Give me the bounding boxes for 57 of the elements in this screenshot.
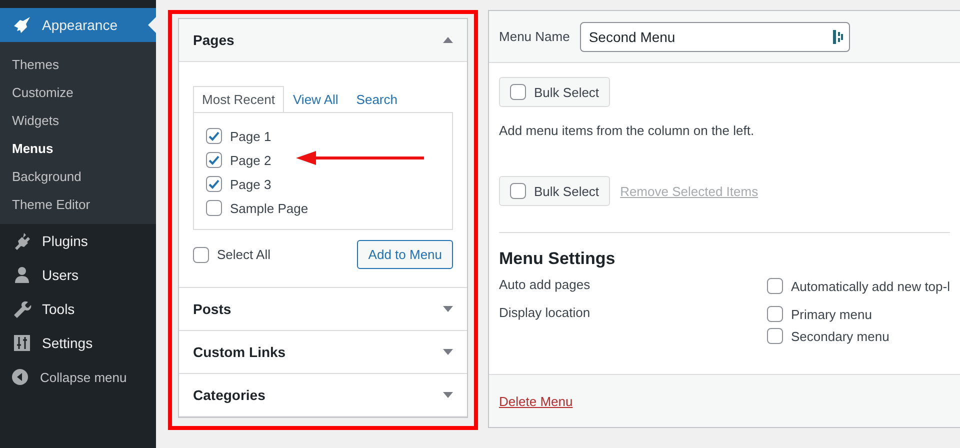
expand-caret-icon[interactable]	[443, 349, 454, 355]
submenu-item[interactable]: Menus	[0, 134, 156, 162]
password-manager-icon	[832, 28, 844, 44]
sidebar-item[interactable]: Tools	[0, 292, 156, 326]
submenu-item[interactable]: Customize	[0, 78, 156, 106]
sidebar-item[interactable]: Settings	[0, 326, 156, 360]
submenu-item[interactable]: Background	[0, 162, 156, 190]
checkbox-label: Secondary menu	[791, 328, 890, 344]
setting-label: Auto add pages	[499, 277, 592, 294]
checkbox[interactable]	[206, 152, 222, 168]
checkbox[interactable]	[193, 246, 210, 262]
checkbox[interactable]	[767, 278, 784, 294]
checkbox-label: Select All	[217, 247, 270, 262]
section-title: Pages	[193, 32, 234, 48]
collapse-icon	[10, 367, 30, 387]
field-label: Menu Name	[499, 29, 570, 44]
checkbox[interactable]	[510, 183, 526, 199]
empty-menu-message: Add menu items from the column on the left.	[499, 123, 756, 138]
sidebar-item[interactable]: Appearance	[0, 8, 156, 42]
checkbox-label: Automatically add new top-l	[791, 278, 950, 294]
checkbox[interactable]	[767, 306, 784, 322]
section-title: Custom Links	[193, 344, 286, 360]
tab[interactable]: Most Recent	[193, 86, 284, 113]
bulk-select-button[interactable]: Bulk Select	[499, 77, 610, 107]
wrench-icon	[12, 299, 32, 319]
paintbrush-icon	[12, 15, 32, 35]
bulk-select-button[interactable]: Bulk Select	[499, 176, 610, 206]
checkbox-label: Sample Page	[230, 200, 308, 216]
checkbox[interactable]	[206, 176, 222, 192]
section-heading: Menu Settings	[499, 249, 616, 269]
submenu-item[interactable]: Themes	[0, 50, 156, 78]
checkbox[interactable]	[206, 200, 222, 216]
menu-name-field[interactable]: Second Menu	[580, 22, 850, 52]
setting-label: Display location	[499, 305, 592, 322]
expand-caret-icon[interactable]	[443, 392, 454, 398]
sidebar-item[interactable]: Plugins	[0, 224, 156, 258]
section-title: Categories	[193, 387, 266, 403]
submenu-item[interactable]: Widgets	[0, 106, 156, 134]
delete-menu-link[interactable]: Delete Menu	[499, 394, 573, 408]
checkbox-label: Page 3	[230, 176, 272, 192]
sliders-icon	[12, 333, 32, 353]
checkbox[interactable]	[206, 128, 222, 144]
checkbox[interactable]	[767, 328, 784, 344]
add-to-menu-button[interactable]: Add to Menu	[357, 240, 454, 269]
submenu-item[interactable]: Theme Editor	[0, 190, 156, 218]
checkbox-label: Page 1	[230, 128, 272, 144]
checkbox-label: Page 2	[230, 152, 272, 168]
checkbox[interactable]	[510, 84, 526, 100]
checkbox-label: Primary menu	[791, 306, 872, 322]
sidebar-item[interactable]: Users	[0, 258, 156, 292]
accordion-header[interactable]: Pages	[179, 19, 468, 62]
section-title: Posts	[193, 301, 232, 317]
expand-caret-icon[interactable]	[443, 306, 454, 312]
collapse-menu-button[interactable]: Collapse menu	[0, 360, 156, 394]
current-page-indicator	[148, 17, 156, 33]
collapse-caret-icon[interactable]	[443, 37, 454, 43]
user-icon	[12, 265, 32, 285]
